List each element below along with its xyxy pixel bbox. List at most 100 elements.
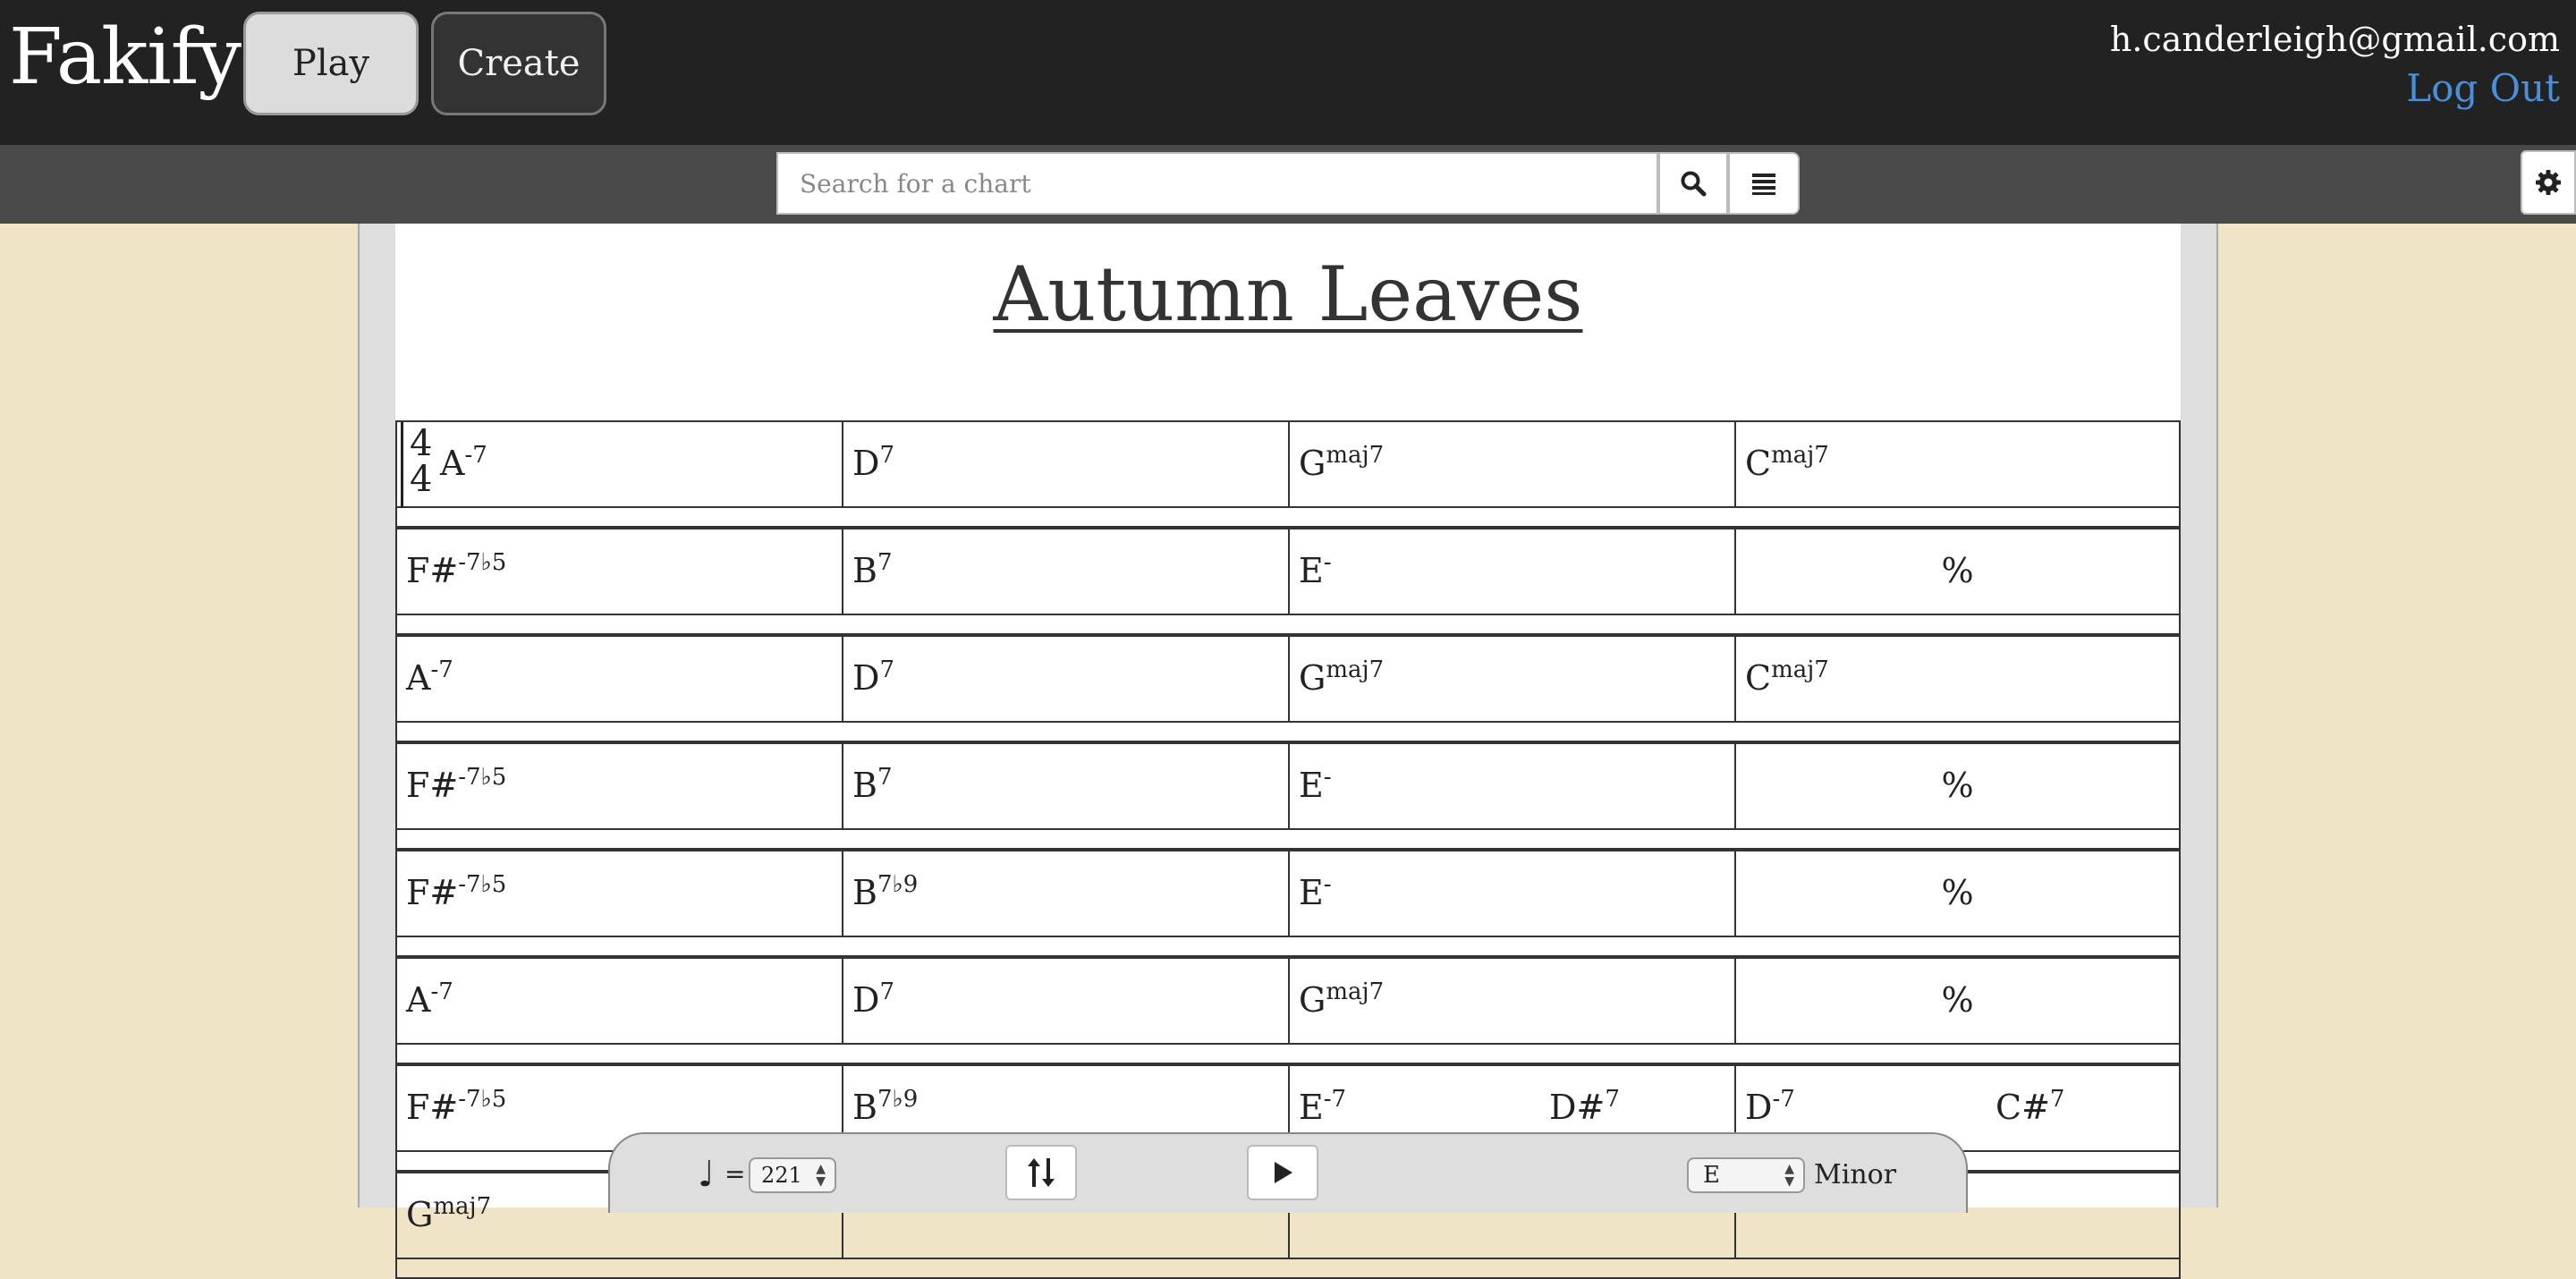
chord-quality: 7 [877, 549, 893, 576]
measure[interactable]: D7 [842, 957, 1288, 1045]
chord-symbol[interactable]: Cmaj7 [1745, 442, 1829, 483]
measure[interactable]: % [1734, 957, 2181, 1045]
chord-symbol[interactable]: B7♭9 [852, 1086, 918, 1127]
chord-symbol[interactable]: F#-7♭5 [406, 1086, 507, 1127]
chord-symbol[interactable]: Cmaj7 [1745, 656, 1829, 698]
chord-symbol[interactable]: B7♭9 [852, 871, 918, 912]
start-barline [401, 422, 407, 508]
measure[interactable]: B7 [842, 742, 1288, 830]
playback-control-panel: ♩ = 221 ▲ ▼ E ▲ ▼ Minor [608, 1132, 1968, 1213]
chord-root: D [852, 980, 880, 1020]
chord-quality: -7♭5 [458, 764, 507, 791]
measure[interactable]: % [1734, 528, 2181, 615]
row-separator [395, 723, 2181, 742]
row-separator [395, 508, 2181, 528]
measure[interactable]: % [1734, 850, 2181, 937]
app-logo[interactable]: Fakify [9, 13, 242, 102]
measure[interactable]: D7 [842, 635, 1288, 723]
chord-root: B [852, 551, 877, 590]
chord-quality: 7 [2049, 1086, 2065, 1113]
measure[interactable]: 4 4 A-7 [395, 420, 842, 508]
chord-symbol[interactable]: F#-7♭5 [406, 871, 506, 912]
chord-symbol[interactable]: D7 [852, 442, 895, 483]
chord-quality: -7♭5 [458, 549, 507, 576]
settings-button[interactable] [2521, 150, 2576, 215]
chord-root: D# [1549, 1088, 1606, 1127]
play-icon [1275, 1162, 1292, 1183]
tempo-value: 221 [761, 1163, 802, 1188]
measure[interactable]: Gmaj7 [1288, 420, 1734, 508]
chord-root: D [852, 444, 880, 483]
chord-symbol[interactable]: D-7 [1745, 1086, 1795, 1127]
row-separator [395, 1045, 2181, 1064]
measure[interactable]: Cmaj7 [1734, 420, 2181, 508]
chord-symbol[interactable]: E-7 [1299, 1086, 1346, 1127]
chord-chart-sheet: Autumn Leaves 4 4 A-7 D7 Gmaj7 Cmaj7 F#-7♭5 B7 E… [395, 224, 2181, 1279]
chord-quality: maj7 [1771, 656, 1829, 683]
tempo-equals: = [724, 1159, 746, 1189]
measure[interactable]: E- [1288, 528, 1734, 615]
chart-search-input[interactable] [776, 152, 1658, 215]
list-icon [1752, 174, 1775, 195]
updown-arrows-icon: ▲ ▼ [1784, 1162, 1794, 1189]
transpose-button[interactable] [1005, 1145, 1077, 1200]
measure[interactable]: B7 [842, 528, 1288, 615]
measure[interactable]: F#-7♭5 [395, 528, 842, 615]
search-button[interactable] [1658, 152, 1728, 215]
chord-symbol[interactable]: A-7 [406, 656, 453, 698]
chord-root: F# [406, 1088, 459, 1127]
chord-symbol[interactable]: Gmaj7 [1299, 442, 1384, 483]
chord-symbol[interactable]: D7 [852, 978, 894, 1020]
chord-root: G [1299, 444, 1326, 483]
chord-root: A [406, 980, 431, 1020]
chord-symbol[interactable]: Gmaj7 [1299, 656, 1384, 698]
logout-link[interactable]: Log Out [2406, 66, 2560, 110]
measure[interactable]: D7 [842, 420, 1288, 508]
chord-symbol[interactable]: F#-7♭5 [406, 764, 507, 805]
chord-quality: maj7 [1771, 442, 1829, 469]
play-button[interactable] [1247, 1145, 1318, 1200]
measure[interactable]: A-7 [395, 635, 842, 723]
play-nav-button[interactable]: Play [243, 12, 419, 115]
chord-symbol[interactable]: D#7 [1549, 1086, 1620, 1127]
measure[interactable]: F#-7♭5 [395, 742, 842, 830]
key-select[interactable]: E ▲ ▼ [1687, 1157, 1805, 1193]
measure[interactable]: A-7 [395, 957, 842, 1045]
chord-symbol[interactable]: A-7 [440, 442, 487, 483]
key-value: E [1703, 1162, 1720, 1189]
chord-symbol[interactable]: Gmaj7 [406, 1193, 491, 1234]
chart-list-button[interactable] [1728, 152, 1800, 215]
measure[interactable]: B7♭9 [842, 850, 1288, 937]
chord-symbol[interactable]: B7 [852, 764, 892, 805]
measure[interactable]: Gmaj7 [1288, 635, 1734, 723]
chord-symbol[interactable]: E- [1299, 764, 1332, 805]
chord-quality: 7 [1605, 1086, 1620, 1113]
chord-symbol[interactable]: F#-7♭5 [406, 549, 507, 590]
chord-symbol[interactable]: E- [1299, 549, 1332, 590]
chord-symbol[interactable]: D7 [852, 656, 895, 698]
chord-quality: -7 [430, 978, 453, 1005]
chord-quality: 7 [879, 656, 895, 683]
chord-root: B [852, 873, 877, 912]
chord-quality: maj7 [1326, 978, 1385, 1005]
chord-symbol[interactable]: Gmaj7 [1299, 978, 1385, 1020]
search-toolbar [0, 145, 2576, 224]
chord-symbol[interactable]: B7 [852, 549, 893, 590]
measure[interactable]: E- [1288, 742, 1734, 830]
measure[interactable]: E- [1288, 850, 1734, 937]
create-nav-button[interactable]: Create [431, 12, 606, 115]
measure[interactable]: Cmaj7 [1734, 635, 2181, 723]
measure[interactable]: % [1734, 742, 2181, 830]
chord-root: E [1299, 766, 1324, 805]
chord-quality: -7♭5 [458, 1086, 507, 1113]
chord-quality: 7 [879, 442, 895, 469]
tempo-select[interactable]: 221 ▲ ▼ [749, 1157, 836, 1193]
chord-symbol[interactable]: E- [1299, 871, 1332, 912]
chord-symbol[interactable]: C#7 [1996, 1086, 2065, 1127]
measure[interactable]: Gmaj7 [1288, 957, 1734, 1045]
measure[interactable]: F#-7♭5 [395, 850, 842, 937]
chord-root: F# [406, 551, 459, 590]
chord-symbol[interactable]: A-7 [406, 978, 453, 1020]
chord-root: E [1299, 1088, 1324, 1127]
repeat-measure-symbol: % [1941, 766, 1974, 805]
